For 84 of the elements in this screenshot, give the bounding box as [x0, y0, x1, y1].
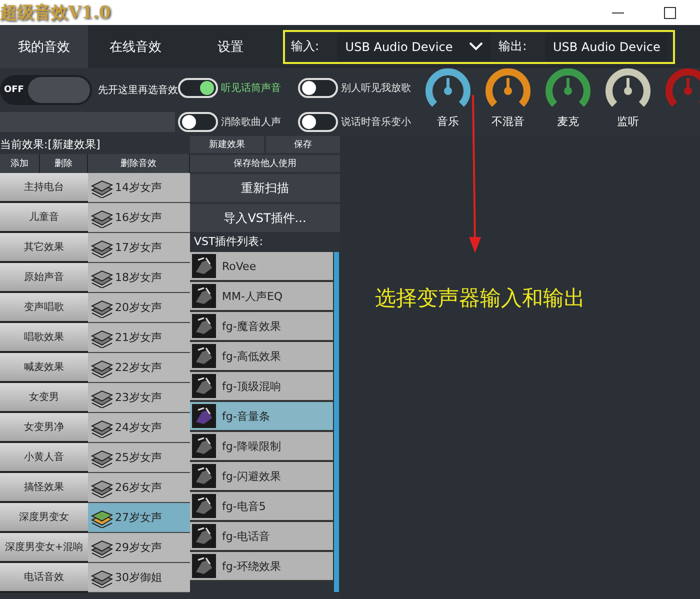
preset-item[interactable]: 30岁御姐 [88, 563, 190, 593]
plugin-icon [192, 374, 216, 398]
preset-item[interactable]: 27岁女声 [88, 503, 190, 533]
plugin-item[interactable]: MM-人声EQ [190, 282, 333, 312]
category-item[interactable]: 主持电台 [0, 173, 88, 203]
plugin-icon [192, 464, 216, 488]
tab[interactable]: 我的音效 [0, 25, 88, 68]
plugin-icon [192, 524, 216, 548]
plugin-item[interactable]: fg-电音5 [190, 492, 333, 522]
app-title: 超级音效V1.0 [0, 2, 111, 24]
output-dropdown[interactable]: USB Audio Device [544, 32, 670, 60]
category-item[interactable]: 喊麦效果 [0, 353, 88, 383]
power-switch[interactable]: OFF [0, 75, 92, 105]
output-label: 输出: [498, 38, 528, 55]
preset-item[interactable]: 17岁女声 [88, 233, 190, 263]
rescan-button[interactable]: 重新扫描 [190, 174, 340, 202]
knob-label: 不混音 [492, 114, 524, 129]
scrollbar[interactable] [334, 252, 339, 592]
category-item[interactable]: 唱歌效果 [0, 323, 88, 353]
preset-item[interactable]: 24岁女声 [88, 413, 190, 443]
preset-item[interactable]: 25岁女声 [88, 443, 190, 473]
category-item[interactable]: 原始声音 [0, 263, 88, 293]
category-item[interactable]: 搞怪效果 [0, 473, 88, 503]
chevron-down-icon [468, 42, 483, 51]
plugin-item[interactable]: fg-音量条 [190, 402, 333, 432]
maximize-icon[interactable] [664, 6, 676, 18]
new-effect-button[interactable]: 新建效果 [190, 136, 264, 153]
category-item[interactable]: 变声唱歌 [0, 293, 88, 323]
annotation-text: 选择变声器输入和输出 [375, 286, 585, 310]
plugin-icon [192, 344, 216, 368]
toggle-label: 听见话筒声音 [221, 82, 281, 95]
toggle-switch[interactable] [298, 112, 338, 132]
power-hint: 先开这里再选音效 [98, 84, 178, 97]
preset-item[interactable]: 20岁女声 [88, 293, 190, 323]
plugin-icon [192, 284, 216, 308]
toggle-switch[interactable] [178, 112, 218, 132]
preset-item[interactable]: 26岁女声 [88, 473, 190, 503]
category-item[interactable]: 其它效果 [0, 233, 88, 263]
toggle-label: 消除歌曲人声 [221, 116, 281, 129]
plugin-icon [192, 254, 216, 278]
input-label: 输入: [290, 38, 320, 55]
effect-button[interactable]: 删除 [40, 154, 88, 173]
category-item[interactable]: 女变男净 [0, 413, 88, 443]
category-item[interactable]: 小黄人音 [0, 443, 88, 473]
category-item[interactable]: 儿童音 [0, 203, 88, 233]
import-vst-button[interactable]: 导入VST插件... [190, 204, 340, 232]
effect-button[interactable]: 添加 [0, 154, 40, 173]
plugin-icon [192, 554, 216, 578]
knob-label: 音乐 [437, 114, 459, 129]
category-item[interactable]: 女变男 [0, 383, 88, 413]
share-button[interactable]: 保存给他人使用 [190, 155, 340, 172]
plugin-icon [192, 434, 216, 458]
category-item[interactable]: 深度男变女+混响 [0, 533, 88, 563]
preset-item[interactable]: 18岁女声 [88, 263, 190, 293]
category-item[interactable]: 电话音效 [0, 563, 88, 593]
category-item[interactable]: 深度男变女 [0, 503, 88, 533]
toggle-label: 别人听见我放歌 [341, 82, 411, 95]
plugin-item[interactable]: RoVee [190, 252, 333, 282]
plugin-item[interactable]: fg-高低效果 [190, 342, 333, 372]
plugin-item[interactable]: fg-顶级混响 [190, 372, 333, 402]
vst-list-title: VST插件列表: [193, 234, 264, 250]
toggle-label: 说话时音乐变小 [341, 116, 411, 129]
plugin-item[interactable]: fg-环绕效果 [190, 552, 333, 582]
plugin-item[interactable]: fg-闪避效果 [190, 462, 333, 492]
preset-item[interactable]: 29岁女声 [88, 533, 190, 563]
effect-button[interactable]: 删除音效 [88, 154, 190, 173]
preset-item[interactable]: 16岁女声 [88, 203, 190, 233]
preset-item[interactable]: 22岁女声 [88, 353, 190, 383]
plugin-item[interactable]: fg-降噪限制 [190, 432, 333, 462]
toggle-switch[interactable] [178, 78, 218, 98]
knob-label: 麦克 [557, 114, 579, 129]
plugin-icon [192, 404, 216, 428]
preset-item[interactable]: 14岁女声 [88, 173, 190, 203]
plugin-item[interactable]: fg-魔音效果 [190, 312, 333, 342]
input-dropdown[interactable]: USB Audio Device [337, 32, 491, 60]
current-effect-label: 当前效果:[新建效果] [0, 137, 102, 153]
plugin-icon [192, 314, 216, 338]
preset-item[interactable]: 21岁女声 [88, 323, 190, 353]
save-button[interactable]: 保存 [266, 136, 340, 153]
toggle-switch[interactable] [298, 78, 338, 98]
plugin-icon [192, 494, 216, 518]
preset-item[interactable]: 23岁女声 [88, 383, 190, 413]
plugin-item[interactable]: fg-电话音 [190, 522, 333, 552]
knob-label: 监听 [617, 114, 639, 129]
